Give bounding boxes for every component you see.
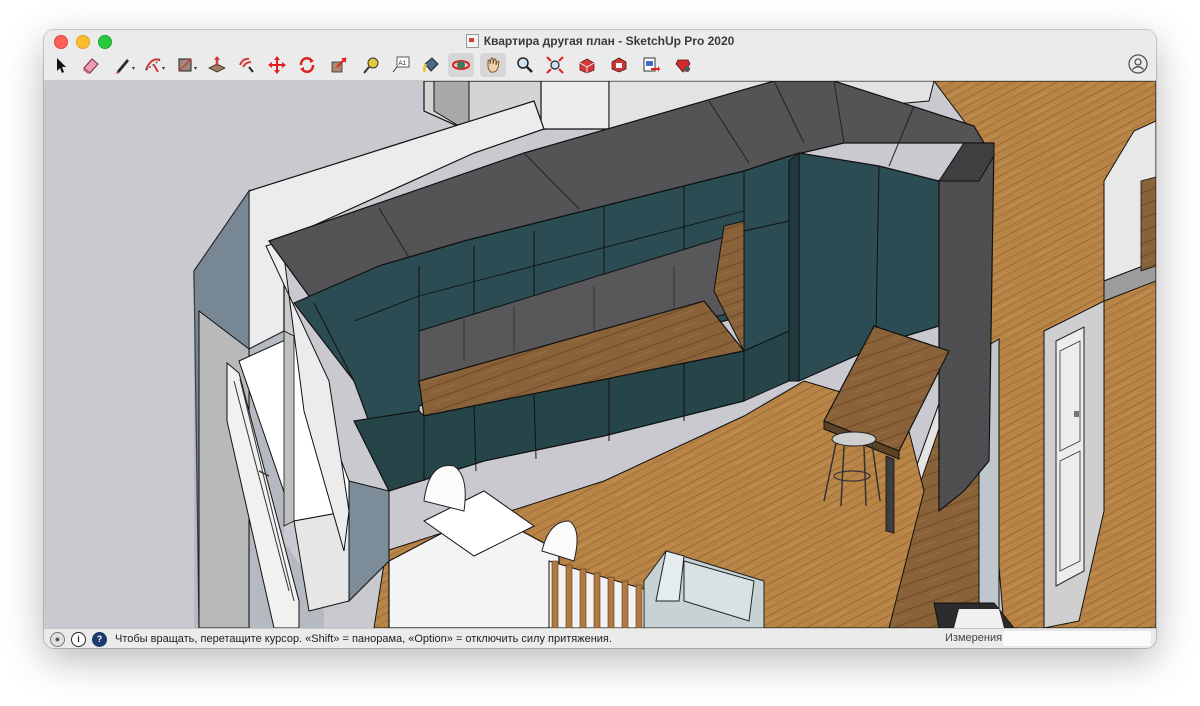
3d-warehouse-button[interactable] [574,53,600,77]
window-title: Квартира другая план - SketchUp Pro 2020 [465,34,735,48]
measurements-input[interactable] [1002,630,1152,647]
title-bar[interactable]: Квартира другая план - SketchUp Pro 2020 [44,30,1156,52]
arc-tool-button[interactable]: ▾ [140,53,166,77]
extension-manager-button[interactable] [670,53,696,77]
model-viewport[interactable] [44,81,1156,628]
info-icon[interactable]: i [71,631,86,647]
tape-measure-tool-button[interactable] [358,53,384,77]
zoom-tool-button[interactable] [512,53,538,77]
arc-icon [145,58,161,73]
select-arrow-icon [57,58,66,73]
main-toolbar: ▾ ▾ ▾ A1 [44,52,1156,81]
paint-bucket-icon [422,57,439,73]
zoom-icon [517,57,533,73]
sketchup-window: Квартира другая план - SketchUp Pro 2020… [44,30,1156,648]
apartment-3d-model[interactable] [44,81,1156,628]
pencil-line-icon [116,59,129,74]
minimize-button[interactable] [76,35,90,49]
extension-warehouse-icon [611,57,627,73]
measurements-label: Измерения [945,632,1003,644]
status-bar: ● i ? Чтобы вращать, перетащите курсор. … [44,628,1156,648]
chevron-down-icon: ▾ [193,66,197,72]
zoom-extents-icon [546,56,564,74]
doorway-view [1140,176,1156,272]
window-controls [54,35,112,49]
text-tool-button[interactable]: A1 [388,53,414,77]
orbit-icon [452,60,470,70]
zoom-button[interactable] [98,35,112,49]
close-button[interactable] [54,35,68,49]
extension-warehouse-button[interactable] [606,53,632,77]
scale-tool-button[interactable] [326,53,352,77]
user-account-icon[interactable] [1128,54,1148,74]
eraser-icon [83,58,99,74]
line-tool-button[interactable]: ▾ [110,53,136,77]
move-icon [268,56,286,74]
extension-manager-icon [675,59,691,73]
rotate-tool-button[interactable] [294,53,320,77]
rectangle-shape-icon [178,58,192,72]
rotate-icon [299,57,315,73]
offset-icon [239,57,254,73]
concrete-column [938,142,995,513]
offset-tool-button[interactable] [234,53,260,77]
chevron-down-icon: ▾ [161,66,165,72]
select-tool-button[interactable] [48,53,74,77]
geo-location-icon[interactable]: ● [50,631,65,647]
push-pull-icon [208,56,226,73]
send-to-layout-icon [643,57,660,72]
paint-bucket-tool-button[interactable] [418,53,444,77]
wall-segment[interactable] [540,81,610,130]
help-icon[interactable]: ? [92,631,107,647]
pan-hand-icon [487,57,500,73]
move-tool-button[interactable] [264,53,290,77]
shapes-tool-button[interactable]: ▾ [172,53,198,77]
window-title-text: Квартира другая план - SketchUp Pro 2020 [483,34,735,48]
svg-text:A1: A1 [399,61,407,67]
tape-measure-icon [363,57,379,74]
chevron-down-icon: ▾ [131,66,135,72]
pan-tool-button[interactable] [480,53,506,77]
push-pull-tool-button[interactable] [204,53,230,77]
warehouse-icon [579,58,595,74]
scale-icon [331,57,347,73]
status-hint: Чтобы вращать, перетащите курсор. «Shift… [115,633,612,645]
door-handle[interactable] [1074,411,1079,417]
text-label-icon: A1 [392,56,410,73]
document-icon [465,34,479,48]
zoom-extents-tool-button[interactable] [542,53,568,77]
orbit-tool-button[interactable] [448,53,474,77]
eraser-tool-button[interactable] [78,53,104,77]
send-to-layout-button[interactable] [638,53,664,77]
